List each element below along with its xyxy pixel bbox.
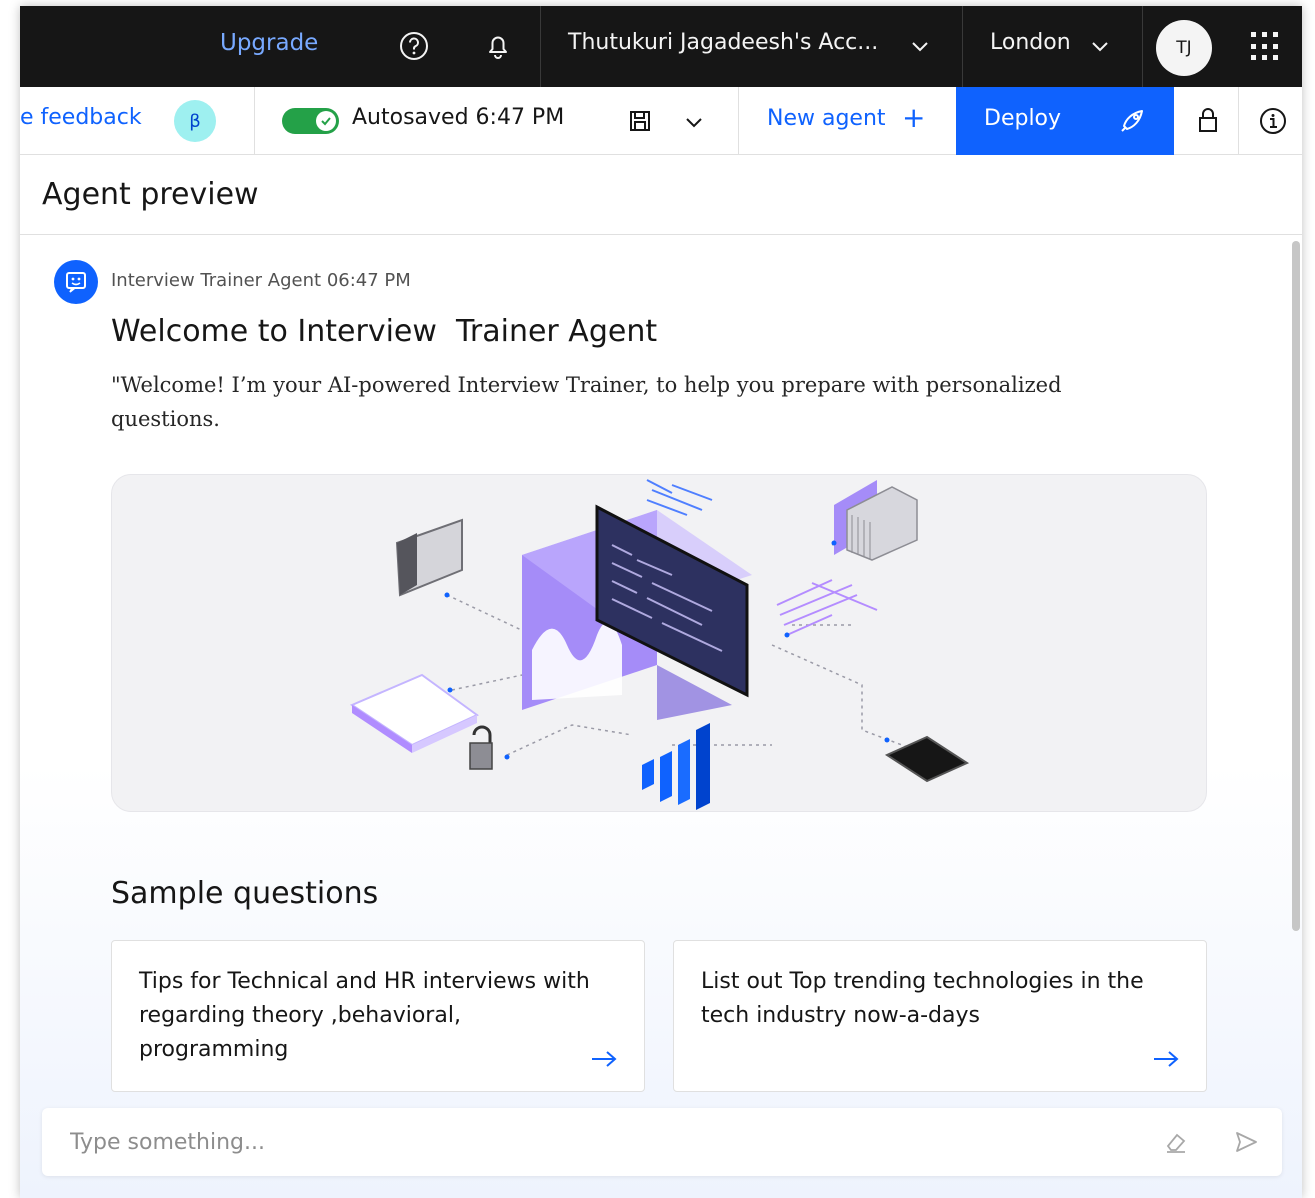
header-divider	[540, 6, 541, 87]
deploy-label: Deploy	[984, 106, 1062, 131]
rocket-icon	[1118, 105, 1148, 139]
plus-icon[interactable]: +	[902, 101, 925, 134]
sender-name: Interview Trainer Agent	[111, 270, 322, 291]
beta-badge: β	[174, 100, 216, 142]
chat-panel: Interview Trainer Agent 06:47 PM Welcome…	[20, 236, 1302, 1198]
account-switcher[interactable]: Thutukuri Jagadeesh's Acc...	[568, 30, 878, 55]
toolbar-divider	[1238, 87, 1239, 155]
sample-question-card[interactable]: Tips for Technical and HR interviews wit…	[111, 940, 645, 1092]
message-meta: Interview Trainer Agent 06:47 PM	[111, 270, 411, 291]
autosave-toggle[interactable]	[282, 108, 339, 134]
toolbar-divider	[254, 87, 255, 155]
info-icon[interactable]	[1259, 107, 1287, 139]
bar-chart-icon	[642, 723, 710, 810]
eraser-icon[interactable]	[1162, 1128, 1190, 1160]
autosave-status: Autosaved 6:47 PM	[352, 105, 565, 130]
monitor-icon	[522, 504, 752, 720]
new-agent-button[interactable]: New agent	[767, 106, 886, 131]
region-selector[interactable]: London	[990, 30, 1071, 55]
global-header: Upgrade Thutukuri Jagadeesh's Acc... Lon…	[20, 6, 1302, 87]
user-avatar[interactable]: TJ	[1156, 20, 1212, 76]
app-window: Upgrade Thutukuri Jagadeesh's Acc... Lon…	[20, 6, 1302, 1198]
chevron-down-icon[interactable]	[1090, 36, 1110, 60]
chevron-down-icon[interactable]	[910, 36, 930, 60]
checkmark-icon	[316, 111, 336, 131]
toolbar-divider	[738, 87, 739, 155]
help-icon[interactable]	[396, 28, 432, 64]
send-icon[interactable]	[1232, 1128, 1260, 1160]
agent-toolbar: e feedback β Autosaved 6:47 PM New agent…	[20, 87, 1302, 155]
sample-question-text: Tips for Technical and HR interviews wit…	[139, 969, 590, 1062]
welcome-message: "Welcome! I’m your AI-powered Interview …	[111, 373, 1062, 431]
chat-scrollbar[interactable]	[1292, 241, 1300, 931]
welcome-title: Welcome to Interview Trainer Agent	[111, 314, 658, 349]
welcome-illustration	[111, 474, 1207, 812]
server-icon	[834, 480, 918, 561]
upgrade-link[interactable]: Upgrade	[220, 30, 318, 56]
isometric-tech-illustration	[349, 479, 970, 810]
app-switcher-icon[interactable]	[1251, 32, 1281, 62]
header-divider	[962, 6, 963, 87]
folder-icon	[395, 518, 463, 597]
message-time: 06:47 PM	[326, 270, 411, 291]
notification-bell-icon[interactable]	[480, 28, 516, 64]
chat-input-bar	[42, 1108, 1282, 1176]
sample-question-card[interactable]: List out Top trending technologies in th…	[673, 940, 1207, 1092]
bot-avatar-icon	[54, 260, 98, 304]
page-title: Agent preview	[42, 177, 259, 212]
feedback-link[interactable]: e feedback	[20, 105, 142, 130]
header-divider	[1142, 6, 1143, 87]
sample-questions-heading: Sample questions	[111, 876, 379, 911]
padlock-icon	[469, 725, 493, 770]
arrow-right-icon	[590, 1049, 618, 1073]
book-icon	[349, 673, 479, 753]
chevron-down-icon[interactable]	[683, 111, 705, 137]
lock-icon[interactable]	[1194, 105, 1222, 139]
agent-preview-header: Agent preview	[20, 155, 1302, 235]
chat-input[interactable]	[42, 1108, 1142, 1176]
arrow-right-icon	[1152, 1049, 1180, 1073]
sample-question-text: List out Top trending technologies in th…	[701, 969, 1144, 1028]
deploy-button[interactable]: Deploy	[956, 87, 1174, 155]
save-icon[interactable]	[626, 107, 654, 139]
